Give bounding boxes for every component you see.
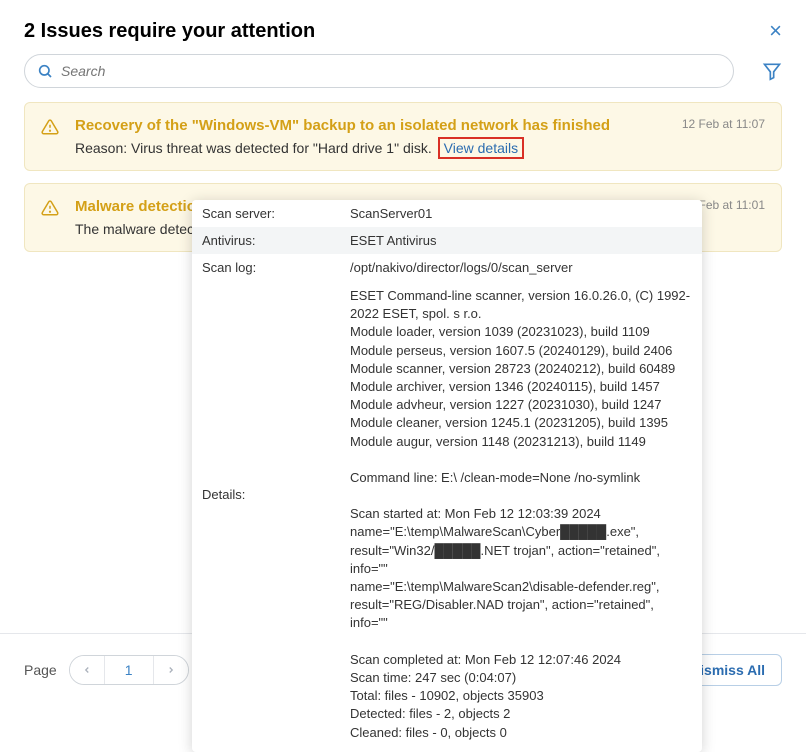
page-label: Page [24,662,57,678]
popover-value: ESET Antivirus [350,233,692,248]
popover-value: ScanServer01 [350,206,692,221]
popover-row: Antivirus: ESET Antivirus [192,227,702,254]
search-input[interactable] [53,62,725,80]
issue-timestamp: Feb at 11:01 [699,198,766,212]
issue-title: Recovery of the "Windows-VM" backup to a… [75,117,670,134]
chevron-right-icon [166,665,176,675]
filter-icon[interactable] [762,61,782,81]
page-title: 2 Issues require your attention [24,20,315,43]
popover-label: Details: [202,287,350,742]
popover-details-row: Details: ESET Command-line scanner, vers… [192,281,702,752]
popover-details-text: ESET Command-line scanner, version 16.0.… [350,287,692,742]
view-details-link[interactable]: View details [438,137,524,159]
alert-triangle-icon [41,199,59,217]
popover-label: Scan log: [202,260,350,275]
issue-card: Recovery of the "Windows-VM" backup to a… [24,102,782,171]
search-box[interactable] [24,54,734,88]
popover-row: Scan log: /opt/nakivo/director/logs/0/sc… [192,254,702,281]
search-icon [37,63,53,79]
alert-triangle-icon [41,118,59,136]
issue-description: Reason: Virus threat was detected for "H… [75,140,670,156]
popover-value: /opt/nakivo/director/logs/0/scan_server [350,260,692,275]
popover-label: Antivirus: [202,233,350,248]
pager: 1 [69,655,189,685]
details-popover: Scan server: ScanServer01 Antivirus: ESE… [192,200,702,752]
popover-label: Scan server: [202,206,350,221]
pager-next-button[interactable] [154,656,188,684]
popover-row: Scan server: ScanServer01 [192,200,702,227]
pager-prev-button[interactable] [70,656,104,684]
close-button[interactable]: × [769,18,782,44]
pager-page-number[interactable]: 1 [104,656,154,684]
issue-timestamp: 12 Feb at 11:07 [682,117,765,131]
chevron-left-icon [82,665,92,675]
